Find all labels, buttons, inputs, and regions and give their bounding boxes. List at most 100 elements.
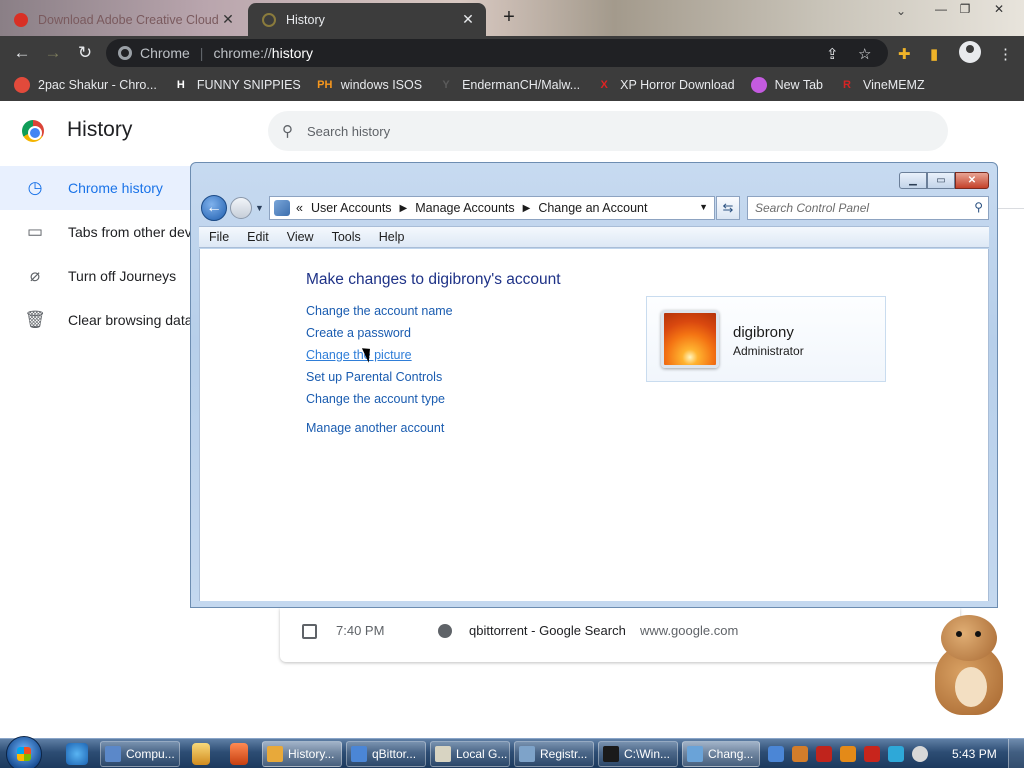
breadcrumb-change-account[interactable]: Change an Account — [538, 201, 647, 215]
account-role: Administrator — [733, 344, 804, 358]
breadcrumb-arrow-icon[interactable]: ▶ — [523, 203, 531, 214]
close-icon[interactable]: ✕ — [955, 172, 989, 189]
entry-title[interactable]: qbittorrent - Google Search — [469, 623, 626, 638]
taskbar-button-label: qBittor... — [372, 747, 417, 761]
control-panel-window: ▁ ▭ ✕ ← ▼ « User Accounts ▶ Manage Accou… — [190, 162, 998, 608]
url-path: history — [271, 45, 314, 61]
forward-arrow-icon[interactable]: → — [40, 40, 66, 66]
hamster-eye — [956, 631, 962, 637]
menu-item[interactable]: Edit — [247, 230, 269, 244]
star-icon[interactable]: ☆ — [858, 45, 871, 63]
menu-item[interactable]: Help — [379, 230, 405, 244]
taskbar-button[interactable]: Registr... — [514, 741, 594, 767]
back-arrow-icon[interactable]: ← — [201, 195, 227, 221]
breadcrumb-arrow-icon[interactable]: ▶ — [400, 203, 408, 214]
bookmark-label: EndermanCH/Malw... — [462, 78, 581, 92]
taskbar-button[interactable]: Chang... — [682, 741, 760, 767]
bookmark-item[interactable]: Y EndermanCH/Malw... — [438, 77, 580, 93]
bookmark-item[interactable]: R VineMEMZ — [839, 77, 925, 93]
bookmark-item[interactable]: H FUNNY SNIPPIES — [173, 77, 301, 93]
adobe-favicon-icon — [14, 12, 28, 27]
clock[interactable]: 5:43 PM — [952, 747, 997, 761]
search-input[interactable] — [307, 123, 907, 139]
history-header: History ⚲ — [0, 101, 1024, 161]
close-icon[interactable]: ✕ — [460, 11, 476, 28]
search-icon[interactable]: ⚲ — [974, 200, 983, 214]
taskbar-button[interactable]: Local G... — [430, 741, 510, 767]
taskbar-button[interactable]: qBittor... — [346, 741, 426, 767]
breadcrumb-user-accounts[interactable]: User Accounts — [311, 201, 392, 215]
task-link[interactable]: Create a password — [306, 325, 453, 347]
bookmark-item[interactable]: New Tab — [750, 77, 823, 93]
sidebar-item-label: Turn off Journeys — [68, 268, 177, 284]
internet-explorer-icon[interactable] — [66, 743, 88, 765]
start-button[interactable] — [6, 736, 42, 768]
new-tab-button[interactable]: + — [498, 6, 520, 28]
history-search-box[interactable]: ⚲ — [268, 111, 948, 151]
task-link[interactable]: Change the picture — [306, 347, 453, 369]
taskbar-button-label: Registr... — [540, 747, 588, 761]
h-logo-icon: H — [176, 79, 185, 91]
breadcrumb-manage-accounts[interactable]: Manage Accounts — [415, 201, 514, 215]
divider — [997, 208, 1024, 209]
menu-dots-icon[interactable]: ⋮ — [998, 45, 1013, 63]
refresh-icon[interactable]: ⇆ — [716, 196, 740, 220]
history-row[interactable]: 7:40 PM qbittorrent - Google Search www.… — [280, 614, 960, 648]
chevron-down-icon[interactable]: ⌄ — [896, 4, 906, 18]
chevron-down-icon[interactable]: ▼ — [699, 202, 708, 212]
task-link[interactable]: Manage another account — [306, 420, 453, 442]
back-arrow-icon[interactable]: ← — [9, 40, 35, 66]
task-link[interactable]: Set up Parental Controls — [306, 369, 453, 391]
site-label: Chrome — [140, 45, 190, 61]
row-checkbox[interactable] — [302, 624, 317, 639]
regedit-icon — [519, 746, 535, 762]
tray-v-icon[interactable] — [816, 746, 832, 762]
address-bar[interactable]: « User Accounts ▶ Manage Accounts ▶ Chan… — [269, 196, 715, 220]
menu-item[interactable]: Tools — [332, 230, 361, 244]
bookmark-item[interactable]: 2pac Shakur - Chro... — [14, 77, 157, 93]
history-card: 7:40 PM qbittorrent - Google Search www.… — [280, 608, 960, 662]
tab-history[interactable]: History ✕ — [248, 3, 486, 36]
reload-icon[interactable]: ↻ — [72, 40, 98, 66]
address-bar[interactable]: Chrome | chrome://history — [106, 39, 888, 67]
maximize-icon[interactable]: ▭ — [927, 172, 955, 189]
hamster-desktop-pet[interactable] — [925, 615, 1011, 719]
chrome-logo-icon — [22, 120, 44, 142]
trash-icon: 🗑 — [24, 310, 46, 329]
flag-icon[interactable] — [864, 746, 880, 762]
breadcrumb-overflow-icon[interactable]: « — [296, 201, 303, 215]
extensions-icon[interactable]: ✚ — [898, 45, 911, 63]
bookmark-red-icon — [14, 77, 30, 93]
volume-icon[interactable] — [912, 746, 928, 762]
menu-item[interactable]: File — [209, 230, 229, 244]
forward-arrow-icon[interactable] — [230, 197, 252, 219]
maximize-icon[interactable]: ❐ — [952, 0, 978, 20]
display-icon[interactable] — [888, 746, 904, 762]
bookmark-item[interactable]: PH windows ISOS — [317, 77, 422, 93]
show-desktop-button[interactable] — [1008, 739, 1024, 768]
media-player-icon[interactable] — [192, 743, 210, 765]
minimize-icon[interactable]: — — [928, 0, 954, 20]
search-input[interactable] — [748, 197, 958, 219]
profile-avatar[interactable] — [959, 41, 981, 63]
tab-adobe[interactable]: Download Adobe Creative Cloud ✕ — [0, 3, 246, 36]
tray-search-icon[interactable] — [840, 746, 856, 762]
taskbar-button[interactable]: History... — [262, 741, 342, 767]
taskbar-button[interactable]: C:\Win... — [598, 741, 678, 767]
task-link[interactable]: Change the account name — [306, 303, 453, 325]
app-icon[interactable] — [230, 743, 248, 765]
bookmark-item[interactable]: X XP Horror Download — [596, 77, 735, 93]
qbittorrent-tray-icon[interactable] — [768, 746, 784, 762]
taskbar-button[interactable]: Compu... — [100, 741, 180, 767]
control-panel-search-box[interactable]: ⚲ — [747, 196, 989, 220]
close-icon[interactable]: ✕ — [220, 11, 236, 28]
close-window-icon[interactable]: ✕ — [986, 0, 1012, 20]
side-panel-icon[interactable]: ▮ — [930, 45, 938, 63]
tray-app-icon[interactable] — [792, 746, 808, 762]
share-icon[interactable]: ⇪ — [826, 45, 839, 63]
menu-item[interactable]: View — [287, 230, 314, 244]
minimize-icon[interactable]: ▁ — [899, 172, 927, 189]
chevron-down-icon[interactable]: ▼ — [255, 203, 264, 213]
r-logo-icon: R — [843, 79, 851, 91]
task-link[interactable]: Change the account type — [306, 391, 453, 413]
